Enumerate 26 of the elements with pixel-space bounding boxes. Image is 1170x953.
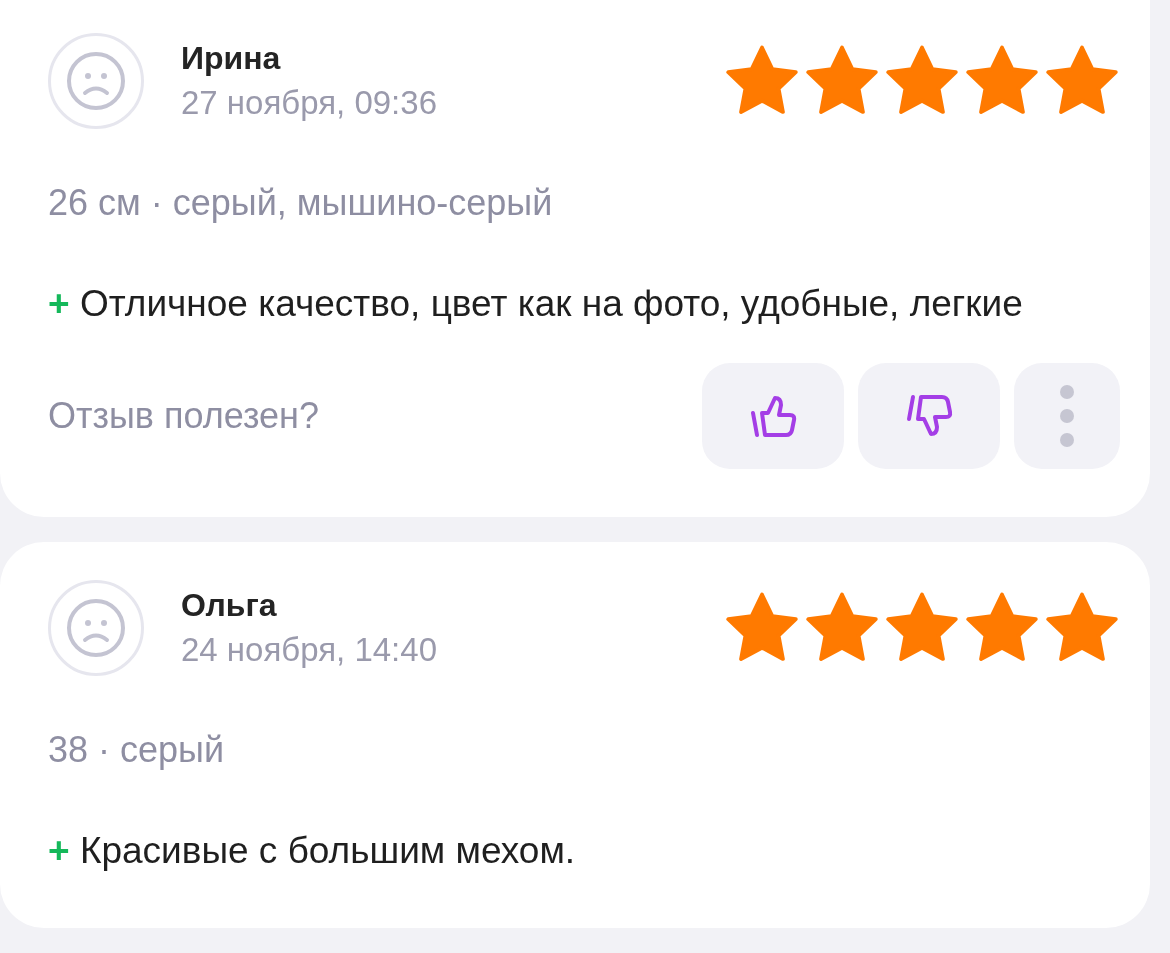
review-text: Отличное качество, цвет как на фото, удобные, легкие	[78, 283, 1023, 324]
product-variant: 26 см · серый, мышино-серый	[48, 181, 554, 225]
star-icon	[804, 45, 880, 117]
helpful-prompt: Отзыв полезен?	[48, 395, 319, 437]
star-icon	[724, 45, 800, 117]
star-icon	[804, 592, 880, 664]
review-date: 24 ноября, 14:40	[181, 630, 438, 670]
author-name: Ольга	[181, 586, 278, 625]
star-icon	[964, 592, 1040, 664]
product-variant: 38 · серый	[48, 728, 226, 772]
like-button[interactable]	[702, 363, 844, 469]
plus-mark: +	[48, 830, 70, 871]
avatar-icon	[48, 33, 144, 129]
star-icon	[884, 592, 960, 664]
plus-mark: +	[48, 283, 70, 324]
review-date: 27 ноября, 09:36	[181, 83, 438, 123]
more-icon	[1057, 384, 1077, 448]
star-icon	[884, 45, 960, 117]
review-text: Красивые с большим мехом.	[78, 830, 576, 871]
dislike-button[interactable]	[858, 363, 1000, 469]
star-icon	[724, 592, 800, 664]
author-name: Ирина	[181, 39, 282, 78]
star-icon	[1044, 45, 1120, 117]
avatar-icon	[48, 580, 144, 676]
star-icon	[1044, 592, 1120, 664]
star-icon	[964, 45, 1040, 117]
